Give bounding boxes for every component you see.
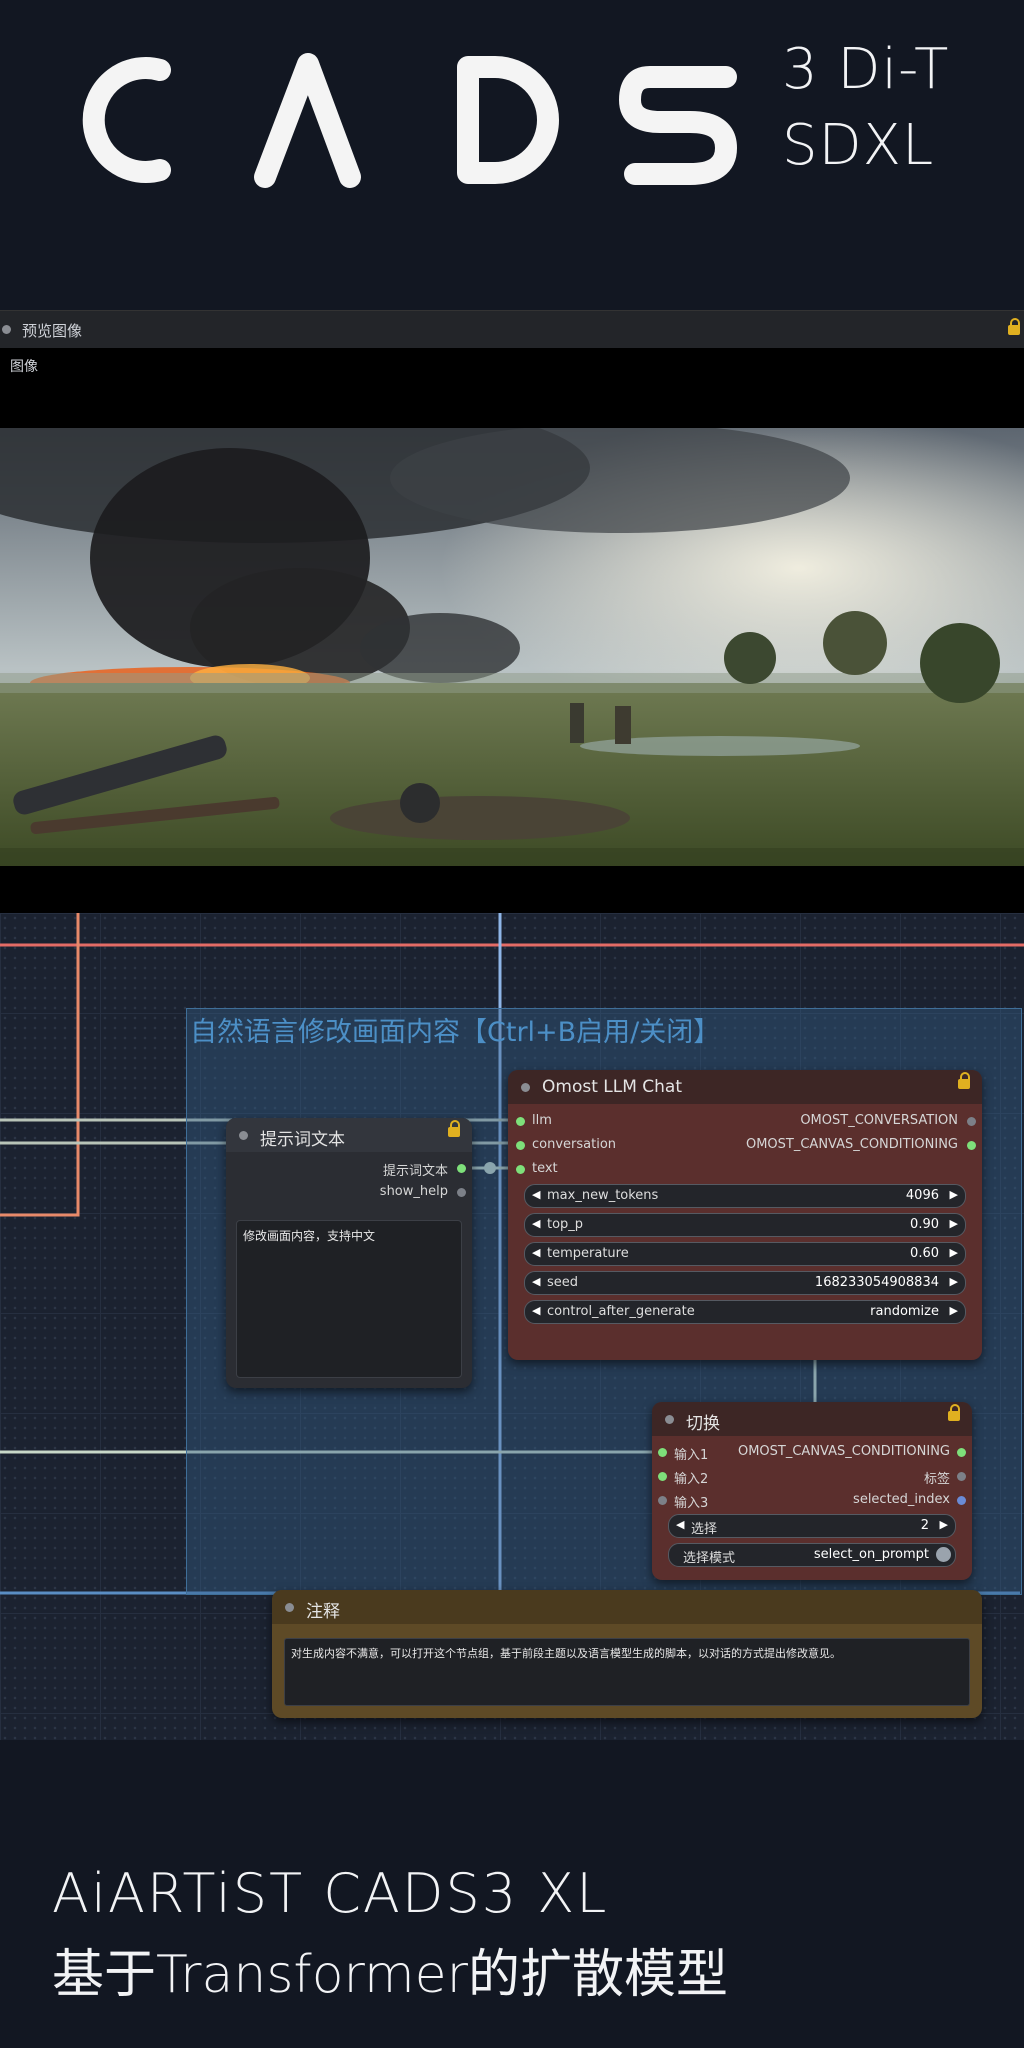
increment-arrow-icon[interactable]: ▶ [950,1304,958,1317]
widget-temperature[interactable]: ◀ temperature 0.60 ▶ [524,1242,966,1266]
output-label-canvas-conditioning: OMOST_CANVAS_CONDITIONING [737,1444,950,1459]
lock-icon[interactable] [1008,318,1020,335]
input-port-1[interactable] [658,1448,667,1457]
input-port-conversation[interactable] [516,1141,525,1150]
output-port-canvas-conditioning[interactable] [967,1141,976,1150]
input-port-text[interactable] [516,1165,525,1174]
widget-label: 选择模式 [683,1551,736,1566]
output-port-tag[interactable] [957,1472,966,1481]
input-port-2[interactable] [658,1472,667,1481]
lock-icon[interactable] [958,1072,970,1089]
prompt-textarea[interactable]: 修改画面内容，支持中文 [236,1220,462,1378]
header-line-2: SDXL [782,113,935,178]
lock-icon[interactable] [948,1404,960,1421]
input-label-2: 输入2 [674,1472,709,1487]
preview-node-title: 预览图像 [22,322,83,340]
widget-label: temperature [547,1246,629,1261]
output-port-text[interactable] [457,1164,466,1173]
widget-value: 2 [920,1518,929,1533]
output-port-canvas-conditioning[interactable] [957,1448,966,1457]
node-status-icon [2,325,11,334]
input-label-1: 输入1 [674,1448,709,1463]
input-port-3[interactable] [658,1496,667,1505]
widget-label: top_p [547,1217,584,1232]
node-group-title[interactable]: 自然语言修改画面内容【Ctrl+B启用/关闭】 [190,1010,720,1049]
note-node-header[interactable]: 注释 [272,1590,982,1624]
increment-arrow-icon[interactable]: ▶ [950,1188,958,1201]
input-label-conversation: conversation [532,1137,617,1152]
output-port-show-help[interactable] [457,1188,466,1197]
switch-node-title: 切换 [686,1414,720,1434]
cads-logo [82,53,737,188]
widget-value: randomize [870,1304,939,1319]
decrement-arrow-icon[interactable]: ◀ [532,1275,540,1288]
output-label-conversation: OMOST_CONVERSATION [800,1113,958,1128]
switch-node[interactable]: 切换 输入1 输入2 输入3 OMOST_CANVAS_CONDITIONING… [652,1402,972,1580]
node-status-icon [665,1415,674,1424]
footer-subtitle: 基于Transformer的扩散模型 [52,1945,729,2005]
input-label-llm: llm [532,1113,552,1128]
omost-llm-chat-node[interactable]: Omost LLM Chat llm conversation text OMO… [508,1070,982,1360]
widget-value: 4096 [905,1188,939,1203]
widget-select-mode[interactable]: 选择模式 select_on_prompt [668,1543,956,1567]
decrement-arrow-icon[interactable]: ◀ [532,1188,540,1201]
widget-max-new-tokens[interactable]: ◀ max_new_tokens 4096 ▶ [524,1184,966,1208]
input-label-text: text [532,1161,558,1176]
output-label-canvas-conditioning: OMOST_CANVAS_CONDITIONING [745,1137,958,1152]
lock-icon[interactable] [448,1120,460,1137]
preview-node-header[interactable] [0,310,1024,349]
output-port-selected-index[interactable] [957,1496,966,1505]
output-label-selected-index: selected_index [853,1492,950,1507]
widget-control-after-generate[interactable]: ◀ control_after_generate randomize ▶ [524,1300,966,1324]
decrement-arrow-icon[interactable]: ◀ [532,1246,540,1259]
widget-value: select_on_prompt [813,1547,929,1562]
decrement-arrow-icon[interactable]: ◀ [532,1304,540,1317]
node-status-icon [285,1603,294,1612]
input-port-llm[interactable] [516,1117,525,1126]
increment-arrow-icon[interactable]: ▶ [950,1246,958,1259]
widget-select[interactable]: ◀ 选择 2 ▶ [668,1514,956,1538]
note-node-title: 注释 [306,1602,340,1622]
node-status-icon [521,1083,530,1092]
note-node[interactable]: 注释 对生成内容不满意，可以打开这个节点组，基于前段主题以及语言模型生成的脚本，… [272,1590,982,1718]
widget-label: 选择 [691,1522,718,1537]
decrement-arrow-icon[interactable]: ◀ [532,1217,540,1230]
footer-title: AiARTiST CADS3 XL [52,1862,609,1925]
increment-arrow-icon[interactable]: ▶ [940,1518,948,1531]
output-port-conversation[interactable] [967,1117,976,1126]
widget-value: 0.90 [910,1217,939,1232]
output-label-show-help: show_help [379,1184,448,1199]
note-textarea[interactable]: 对生成内容不满意，可以打开这个节点组，基于前段主题以及语言模型生成的脚本，以对话… [284,1638,970,1706]
preview-image [0,428,1024,866]
increment-arrow-icon[interactable]: ▶ [950,1217,958,1230]
widget-value: 168233054908834 [814,1275,939,1290]
widget-label: max_new_tokens [547,1188,659,1203]
widget-label: seed [547,1275,579,1290]
prompt-node-header[interactable]: 提示词文本 [226,1118,472,1152]
node-status-icon [239,1131,248,1140]
prompt-node-title: 提示词文本 [260,1130,345,1150]
toggle-knob-icon[interactable] [936,1547,951,1562]
output-label-text: 提示词文本 [382,1164,448,1179]
preview-output-label: 图像 [10,359,38,375]
input-label-3: 输入3 [674,1496,709,1511]
widget-label: control_after_generate [547,1304,695,1319]
prompt-text-node[interactable]: 提示词文本 提示词文本 show_help 修改画面内容，支持中文 [226,1118,472,1388]
output-label-tag: 标签 [923,1472,950,1487]
decrement-arrow-icon[interactable]: ◀ [676,1518,684,1531]
increment-arrow-icon[interactable]: ▶ [950,1275,958,1288]
widget-top-p[interactable]: ◀ top_p 0.90 ▶ [524,1213,966,1237]
llm-node-header[interactable]: Omost LLM Chat [508,1070,982,1104]
llm-node-title: Omost LLM Chat [542,1077,683,1097]
header-line-1: 3 Di-T [782,37,950,102]
switch-node-header[interactable]: 切换 [652,1402,972,1436]
widget-value: 0.60 [910,1246,939,1261]
widget-seed[interactable]: ◀ seed 168233054908834 ▶ [524,1271,966,1295]
